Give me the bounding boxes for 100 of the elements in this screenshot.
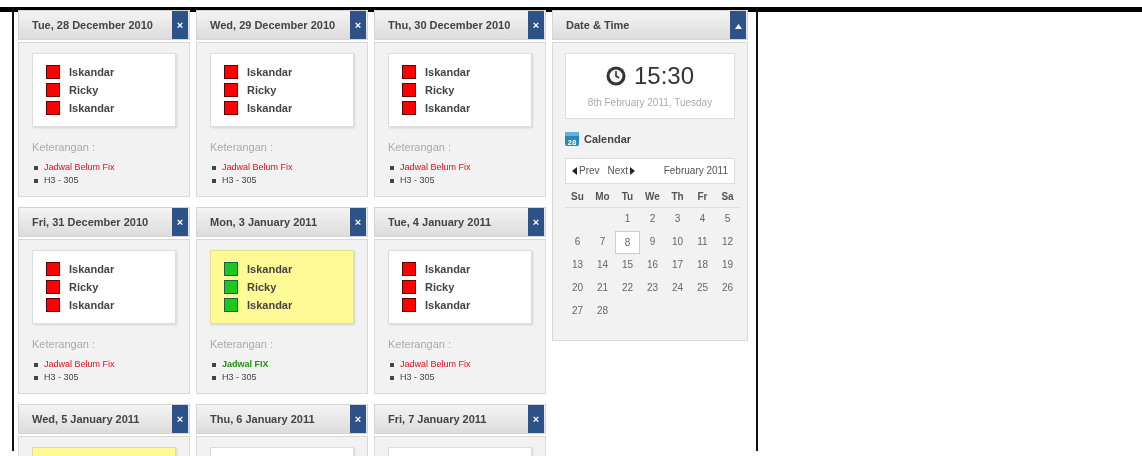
day-title: Tue, 4 January 2011	[388, 214, 492, 230]
clock-date: 8th February 2011, Tuesday	[586, 96, 714, 110]
calendar-day[interactable]: 1	[615, 207, 640, 231]
status-square-icon	[402, 101, 416, 115]
bullet-icon	[390, 376, 394, 380]
calendar-day[interactable]: 25	[690, 276, 715, 300]
calendar-day[interactable]: 3	[665, 207, 690, 231]
status-square-icon	[402, 262, 416, 276]
next-link[interactable]: Next	[607, 163, 636, 178]
close-button[interactable]: ×	[172, 11, 188, 39]
status-square-icon	[402, 298, 416, 312]
weekday-header: Fr	[690, 184, 715, 208]
day-title: Thu, 6 January 2011	[210, 411, 315, 427]
day-title: Wed, 29 December 2010	[210, 17, 336, 33]
bullet-icon	[390, 363, 394, 367]
calendar-day[interactable]: 12	[715, 230, 740, 254]
status-square-icon	[402, 83, 416, 97]
status-square-icon	[46, 280, 60, 294]
close-button[interactable]: ×	[350, 405, 366, 433]
person-name: Ricky	[69, 279, 99, 295]
bullet-icon	[34, 166, 38, 170]
person-name: Iskandar	[247, 100, 293, 116]
status-square-icon	[46, 101, 60, 115]
person-name: Ricky	[425, 279, 455, 295]
status-square-icon	[224, 280, 238, 294]
calendar-day[interactable]: 26	[715, 276, 740, 300]
bullet-icon	[34, 363, 38, 367]
bullet-icon	[212, 166, 216, 170]
bullet-icon	[34, 179, 38, 183]
person-name: Iskandar	[69, 261, 115, 277]
calendar-day[interactable]: 4	[690, 207, 715, 231]
person-name: Iskandar	[425, 261, 471, 277]
calendar-day[interactable]: 15	[615, 253, 640, 277]
schedule-status: Jadwal Belum Fix	[400, 358, 471, 372]
calendar-day[interactable]: 6	[565, 230, 590, 254]
close-button[interactable]: ×	[350, 11, 366, 39]
room-text: H3 - 305	[400, 174, 435, 188]
notes-label: Keterangan :	[32, 337, 96, 352]
close-button[interactable]: ×	[172, 405, 188, 433]
calendar-title: Calendar	[584, 132, 632, 147]
close-button[interactable]: ×	[172, 208, 188, 236]
schedule-status: Jadwal Belum Fix	[400, 161, 471, 175]
calendar-day[interactable]: 20	[565, 276, 590, 300]
calendar-day[interactable]: 17	[665, 253, 690, 277]
notes-label: Keterangan :	[210, 140, 274, 155]
close-button[interactable]: ×	[350, 208, 366, 236]
caret-up-icon	[734, 22, 742, 29]
calendar-day[interactable]: 2	[640, 207, 665, 231]
calendar-day[interactable]: 9	[640, 230, 665, 254]
weekday-header: We	[640, 184, 665, 208]
bullet-icon	[34, 376, 38, 380]
status-square-icon	[224, 101, 238, 115]
calendar-day[interactable]: 16	[640, 253, 665, 277]
calendar-icon: 28	[565, 132, 579, 147]
person-name: Iskandar	[69, 297, 115, 313]
caret-left-icon	[572, 166, 577, 175]
calendar-day[interactable]: 22	[615, 276, 640, 300]
clock-icon	[605, 66, 626, 86]
bullet-icon	[390, 166, 394, 170]
calendar-day[interactable]: 21	[590, 276, 615, 300]
bullet-icon	[212, 376, 216, 380]
calendar-day[interactable]: 18	[690, 253, 715, 277]
close-button[interactable]: ×	[528, 208, 544, 236]
weekday-header: Sa	[715, 184, 740, 208]
prev-link[interactable]: Prev	[572, 163, 600, 178]
schedule-status: Jadwal Belum Fix	[222, 161, 293, 175]
bullet-icon	[212, 179, 216, 183]
collapse-button[interactable]	[730, 11, 746, 39]
caret-right-icon	[630, 166, 636, 175]
notes-label: Keterangan :	[388, 337, 452, 352]
close-button[interactable]: ×	[528, 11, 544, 39]
calendar-day[interactable]: 24	[665, 276, 690, 300]
person-name: Iskandar	[247, 64, 293, 80]
calendar-day[interactable]: 10	[665, 230, 690, 254]
person-name: Iskandar	[425, 100, 471, 116]
calendar-day[interactable]: 14	[590, 253, 615, 277]
status-square-icon	[224, 65, 238, 79]
room-text: H3 - 305	[222, 174, 257, 188]
calendar-day[interactable]: 13	[565, 253, 590, 277]
calendar-day[interactable]: 23	[640, 276, 665, 300]
calendar-day[interactable]: 5	[715, 207, 740, 231]
clock-time: 15:30	[633, 64, 695, 88]
calendar-day[interactable]: 11	[690, 230, 715, 254]
panel-title: Date & Time	[566, 17, 630, 33]
day-title: Thu, 30 December 2010	[388, 17, 511, 33]
status-square-icon	[402, 65, 416, 79]
calendar-day[interactable]: 19	[715, 253, 740, 277]
calendar-day[interactable]: 27	[565, 299, 590, 323]
person-name: Ricky	[247, 279, 277, 295]
schedule-status: Jadwal FIX	[222, 358, 269, 372]
status-square-icon	[224, 262, 238, 276]
room-text: H3 - 305	[400, 371, 435, 385]
calendar-day[interactable]: 8	[615, 230, 640, 254]
close-button[interactable]: ×	[528, 405, 544, 433]
person-name: Iskandar	[425, 297, 471, 313]
calendar-day[interactable]: 7	[590, 230, 615, 254]
person-name: Ricky	[69, 82, 99, 98]
day-title: Mon, 3 January 2011	[210, 214, 317, 230]
calendar-day[interactable]: 28	[590, 299, 615, 323]
person-name: Iskandar	[247, 297, 293, 313]
